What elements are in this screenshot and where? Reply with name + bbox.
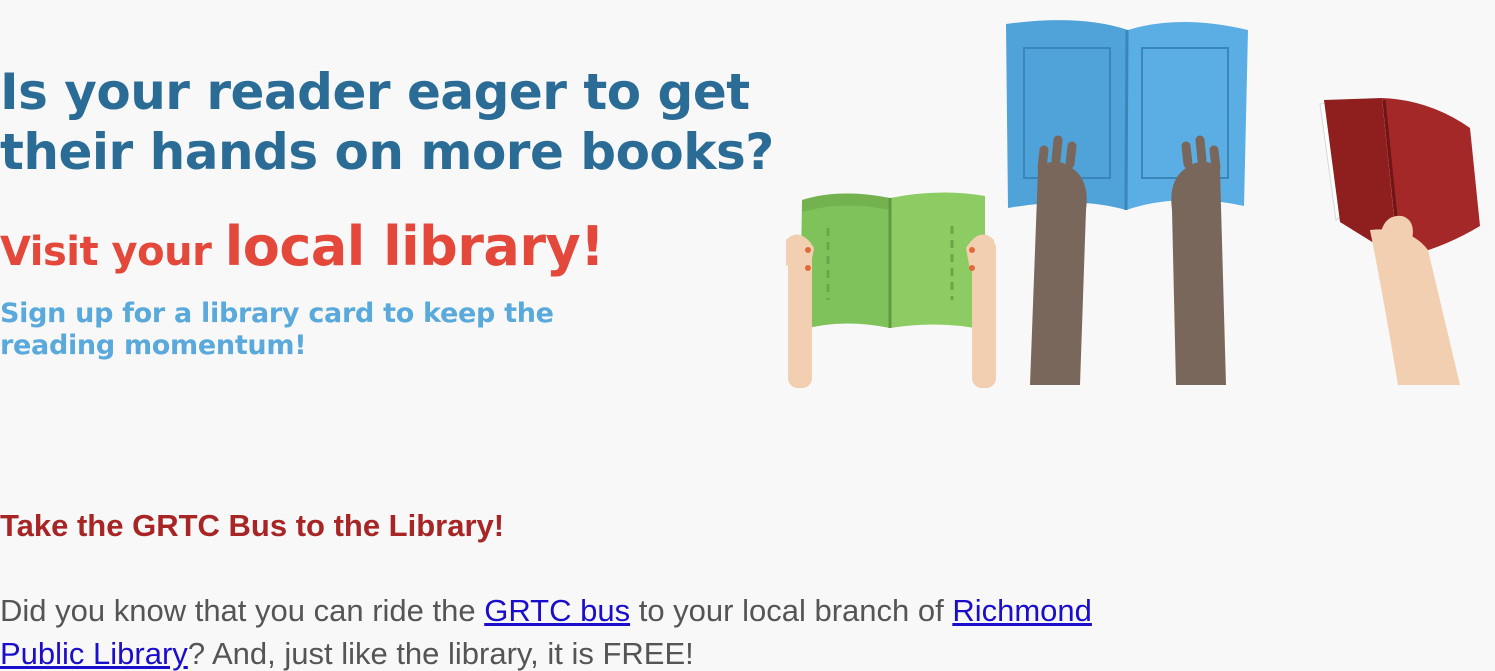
cta-prefix: Visit your (0, 229, 225, 275)
hero-banner: Is your reader eager to get their hands … (0, 0, 1495, 420)
hero-headline: Is your reader eager to get their hands … (0, 62, 774, 182)
blue-book-icon (1006, 20, 1248, 385)
hero-subline-line-2: reading momentum! (0, 330, 307, 361)
hero-subline-line-1: Sign up for a library card to keep the (0, 298, 554, 329)
intro-paragraph: Did you know that you can ride the GRTC … (0, 589, 1495, 671)
richmond-public-library-link-line-2: Public Library (0, 636, 188, 671)
grtc-bus-link[interactable]: GRTC bus (484, 593, 630, 628)
cta-emphasis: local library! (224, 215, 605, 278)
green-book-icon (786, 192, 996, 388)
paragraph-text-1: Did you know that you can ride the (0, 593, 485, 628)
paragraph-text-2: to your local branch of (630, 593, 953, 628)
richmond-public-library-link-line-1: Richmond (952, 593, 1092, 628)
hero-headline-line-1: Is your reader eager to get (0, 63, 750, 121)
red-book-icon (1319, 98, 1480, 385)
hero-call-to-action: Visit your local library! (0, 215, 605, 278)
hero-headline-line-2: their hands on more books? (0, 123, 774, 181)
section-title: Take the GRTC Bus to the Library! (0, 508, 505, 543)
hands-holding-books-illustration (786, 20, 1480, 388)
hero-subline: Sign up for a library card to keep the r… (0, 298, 554, 362)
paragraph-text-3: ? And, just like the library, it is FREE… (187, 636, 694, 671)
